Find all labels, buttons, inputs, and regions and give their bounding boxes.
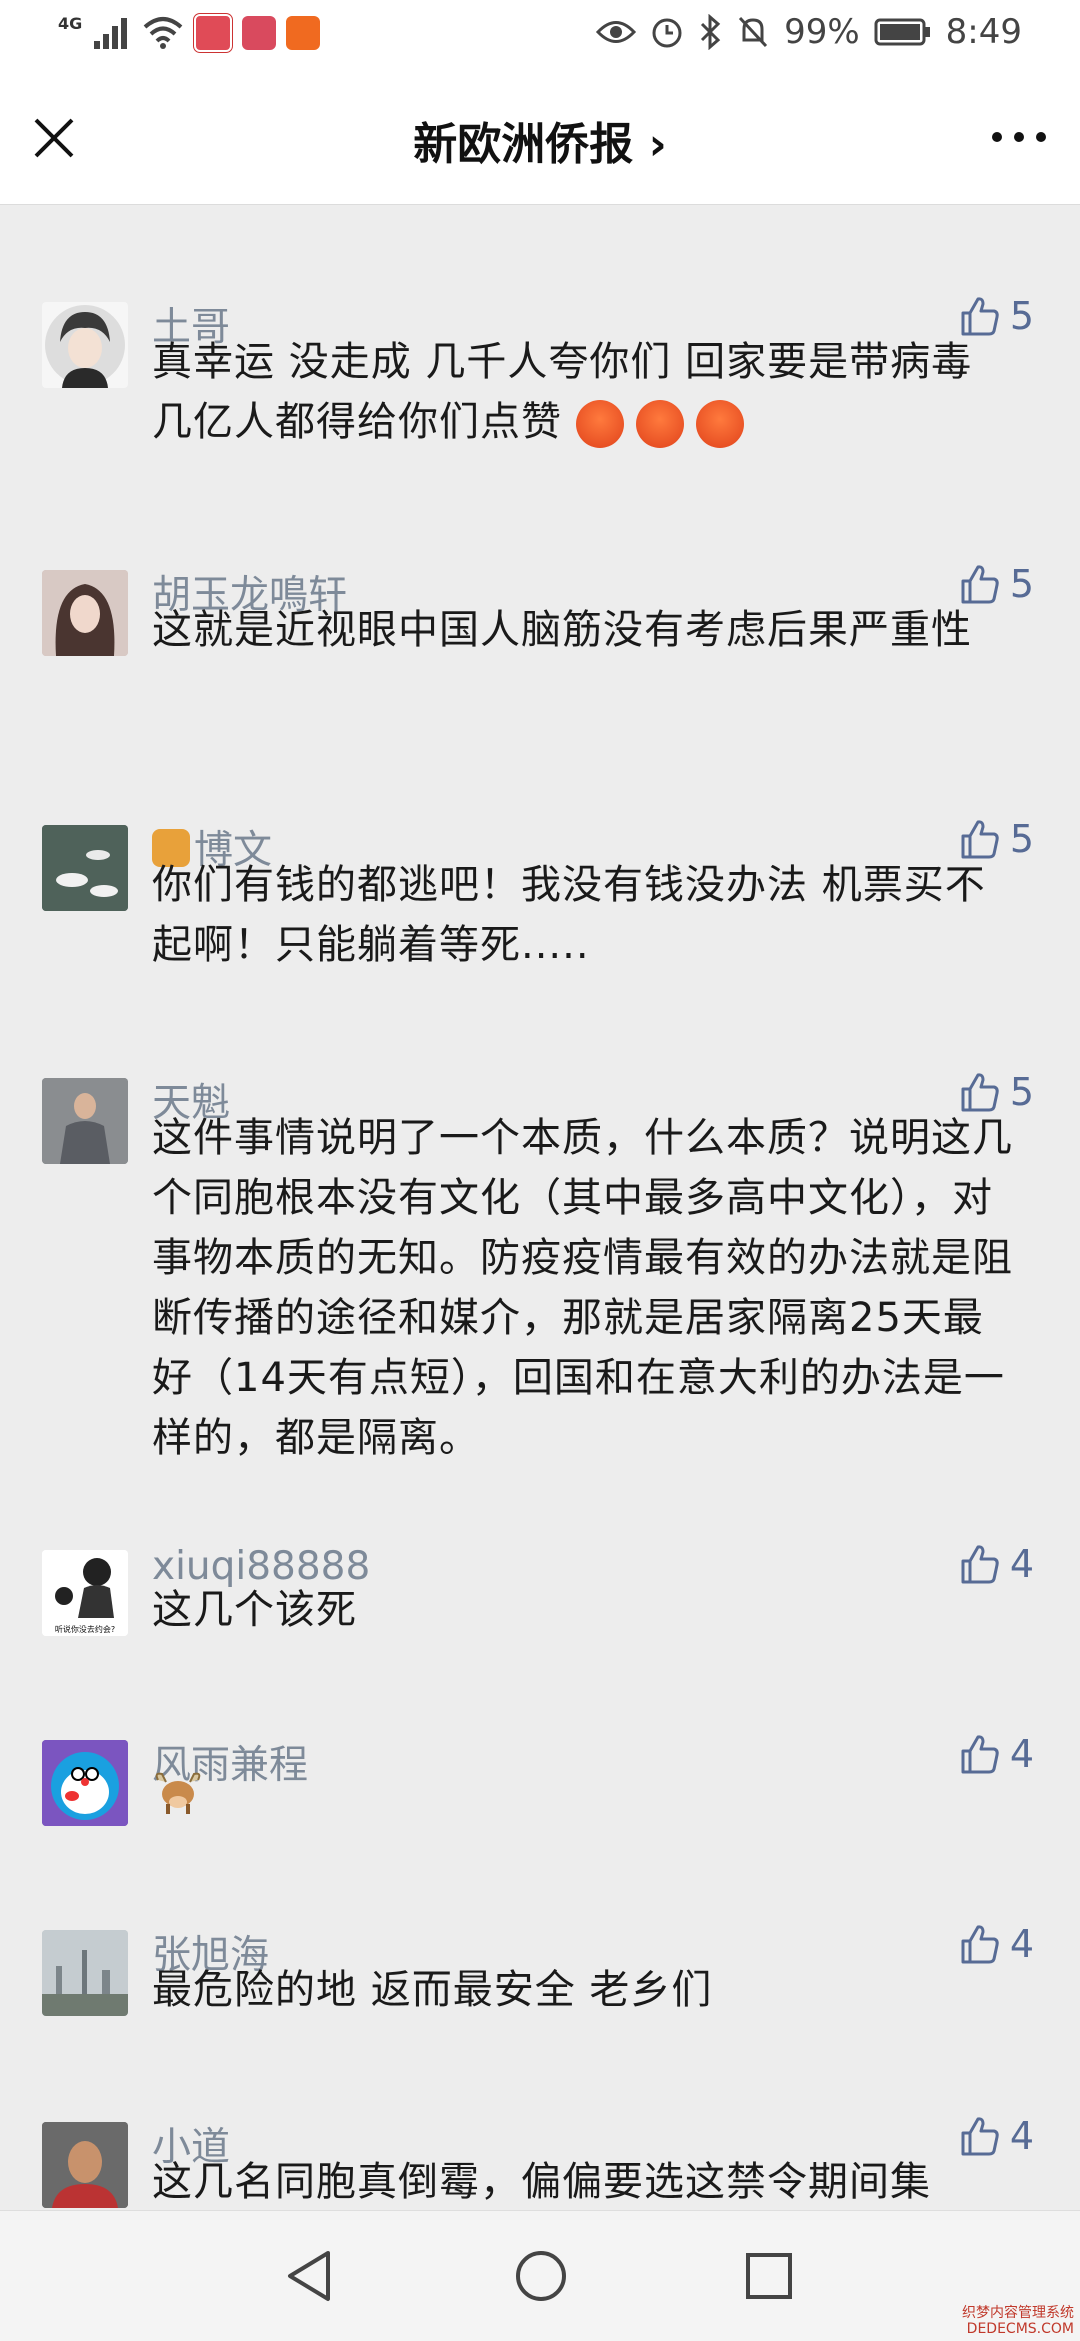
thumbs-up-icon: [961, 1735, 999, 1774]
status-left: 4G: [58, 13, 321, 52]
watermark-line1: 织梦内容管理系统: [962, 2305, 1074, 2321]
clock: 8:49: [945, 12, 1022, 52]
avatar-caption: 听说你没去约会?: [54, 1625, 116, 1634]
comment-text: 这就是近视眼中国人脑筋没有考虑后果严重性: [152, 607, 972, 653]
thumbs-up-icon: [961, 1925, 999, 1964]
avatar[interactable]: [42, 2122, 128, 2208]
avatar[interactable]: 听说你没去约会?: [42, 1550, 128, 1636]
back-triangle-icon[interactable]: [284, 2249, 334, 2303]
angry-emoji-icon: [635, 400, 684, 448]
thumbs-up-icon: [961, 820, 999, 859]
thumbs-up-icon: [961, 565, 999, 604]
reader-app-icon: [242, 16, 277, 50]
comment-list[interactable]: 土哥 5 真幸运 没走成 几千人夸你们 回家要是带病毒 几亿人都得给你们点赞 胡…: [0, 205, 1080, 2210]
avatar[interactable]: [42, 1930, 128, 2016]
comment-text: [152, 1770, 1022, 1835]
title-bar: 新欧洲侨报 ›: [0, 72, 1080, 205]
bluetooth-icon: [701, 14, 721, 50]
avatar[interactable]: [42, 825, 128, 911]
comment-text: 这几个该死: [152, 1587, 357, 1633]
ox-icon: [155, 1772, 201, 1814]
status-bar: 4G 99% 8:49: [0, 0, 1080, 72]
network-label: 4G: [58, 13, 83, 33]
battery-percent: 99%: [784, 12, 860, 52]
angry-emoji-icon: [575, 400, 624, 448]
comment-text-body: 真幸运 没走成 几千人夸你们 回家要是带病毒 几亿人都得给你们点赞: [152, 339, 973, 445]
video-app-icon: [286, 16, 321, 50]
comment-text: 最危险的地 返而最安全 老乡们: [152, 1967, 713, 2013]
thumbs-up-icon: [961, 2117, 999, 2156]
recent-square-icon[interactable]: [744, 2251, 794, 2301]
status-right: 99% 8:49: [596, 12, 1022, 52]
calendar-app-icon: [194, 14, 233, 52]
comment-text: 这件事情说明了一个本质，什么本质？说明这几个同胞根本没有文化（其中最多高中文化）…: [152, 1115, 1013, 1461]
thumbs-up-icon: [961, 1545, 999, 1584]
page-title[interactable]: 新欧洲侨报 ›: [0, 108, 1080, 172]
angry-emoji-icon: [695, 400, 744, 448]
avatar[interactable]: [42, 1740, 128, 1826]
thumbs-up-icon: [961, 1073, 999, 1112]
home-circle-icon[interactable]: [514, 2249, 568, 2303]
watermark-line2: DEDECMS.COM: [966, 2321, 1074, 2337]
eye-icon: [596, 21, 637, 43]
mute-icon: [738, 16, 768, 48]
battery-icon: [874, 18, 930, 46]
navigation-bar: 织梦内容管理系统 DEDECMS.COM: [0, 2210, 1080, 2341]
avatar[interactable]: [42, 302, 128, 388]
wifi-icon: [143, 17, 183, 49]
signal-icon: [94, 18, 128, 49]
thumbs-up-icon: [961, 297, 999, 336]
comment-text: 这几名同胞真倒霉，偏偏要选这禁令期间集: [152, 2159, 931, 2205]
comment-text: 你们有钱的都逃吧！我没有钱没办法 机票买不起啊！只能躺着等死.....: [152, 862, 986, 968]
more-icon[interactable]: [984, 112, 1054, 162]
avatar[interactable]: [42, 570, 128, 656]
comment-text: 真幸运 没走成 几千人夸你们 回家要是带病毒 几亿人都得给你们点赞: [152, 332, 1022, 452]
alarm-icon: [652, 18, 682, 48]
watermark: 织梦内容管理系统 DEDECMS.COM: [962, 2305, 1074, 2337]
avatar[interactable]: [42, 1078, 128, 1164]
